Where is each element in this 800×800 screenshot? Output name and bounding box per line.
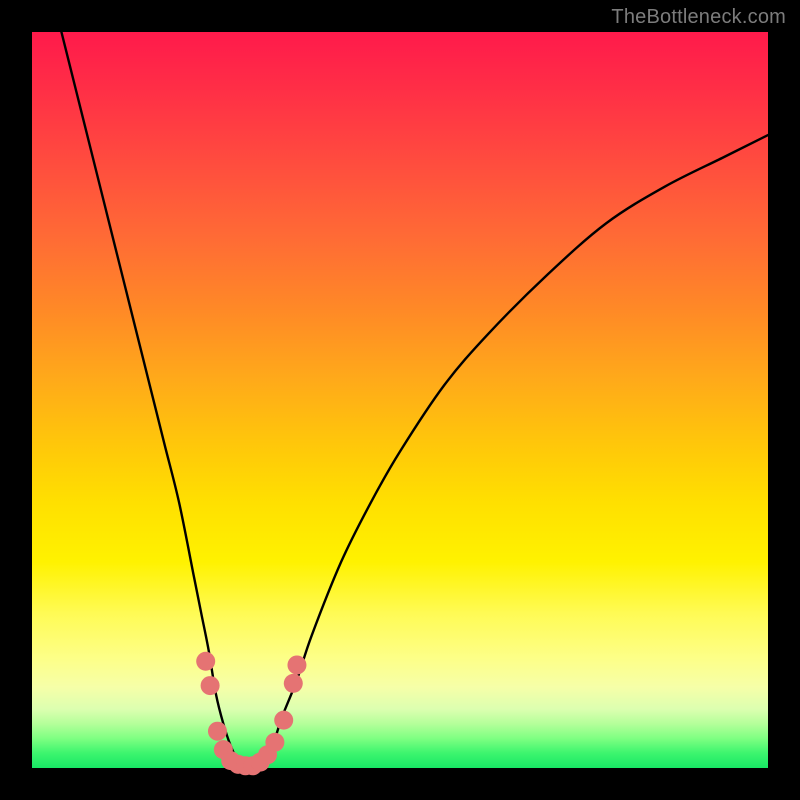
watermark-text: TheBottleneck.com: [611, 6, 786, 29]
marker-dot: [274, 711, 293, 730]
marker-dot: [201, 676, 220, 695]
marker-dot: [196, 652, 215, 671]
marker-dot: [284, 674, 303, 693]
marker-dot: [265, 733, 284, 752]
bottleneck-curve: [61, 32, 768, 769]
plot-area: [32, 32, 768, 768]
chart-svg: [32, 32, 768, 768]
marker-dot: [287, 655, 306, 674]
marker-dot: [208, 722, 227, 741]
chart-frame: TheBottleneck.com: [0, 0, 800, 800]
